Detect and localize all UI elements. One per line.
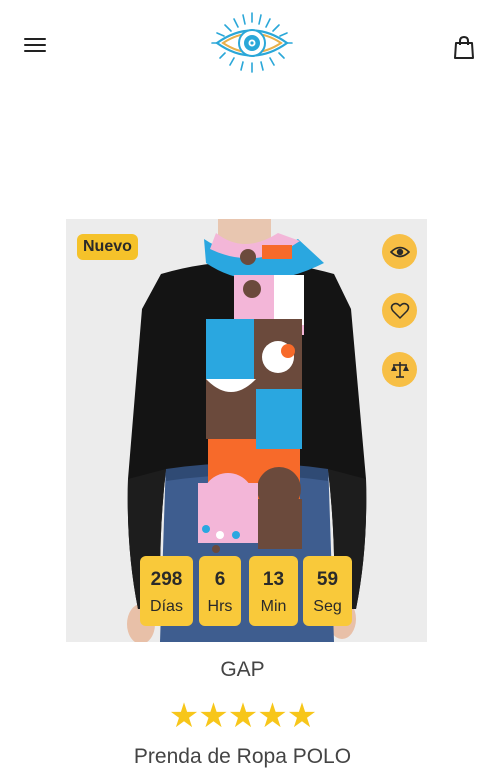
countdown-minutes: 13 Min	[249, 556, 298, 626]
countdown-seconds: 59 Seg	[303, 556, 352, 626]
compare-button[interactable]	[382, 352, 417, 387]
hamburger-menu-button[interactable]	[20, 33, 50, 57]
menu-line	[24, 50, 46, 52]
product-title[interactable]: Prenda de Ropa POLO	[0, 745, 485, 769]
countdown-unit: Min	[260, 598, 287, 615]
wishlist-button[interactable]	[382, 293, 417, 328]
menu-line	[24, 44, 46, 46]
star-rating: ★★★★★	[168, 697, 317, 735]
product-image[interactable]	[66, 219, 427, 642]
heart-icon	[390, 302, 409, 319]
product-brand[interactable]: GAP	[0, 658, 485, 682]
menu-line	[24, 38, 46, 40]
countdown-days: 298 Días	[140, 556, 193, 626]
countdown-unit: Hrs	[207, 598, 233, 615]
countdown-value: 6	[214, 569, 226, 590]
countdown-unit: Seg	[313, 598, 342, 615]
site-header	[0, 0, 485, 95]
quick-view-button[interactable]	[382, 234, 417, 269]
countdown-unit: Días	[150, 598, 183, 615]
new-badge: Nuevo	[77, 234, 138, 260]
evil-eye-logo[interactable]	[205, 10, 300, 78]
compare-scale-icon	[390, 361, 409, 378]
countdown-value: 298	[150, 569, 183, 590]
countdown-value: 59	[316, 569, 339, 590]
shopping-bag-icon[interactable]	[450, 33, 478, 61]
countdown-value: 13	[262, 569, 285, 590]
countdown-hours: 6 Hrs	[199, 556, 241, 626]
eye-icon	[389, 246, 410, 257]
product-card[interactable]: Nuevo 298 Días 6 Hrs 13 Min 59 Seg	[66, 219, 427, 642]
